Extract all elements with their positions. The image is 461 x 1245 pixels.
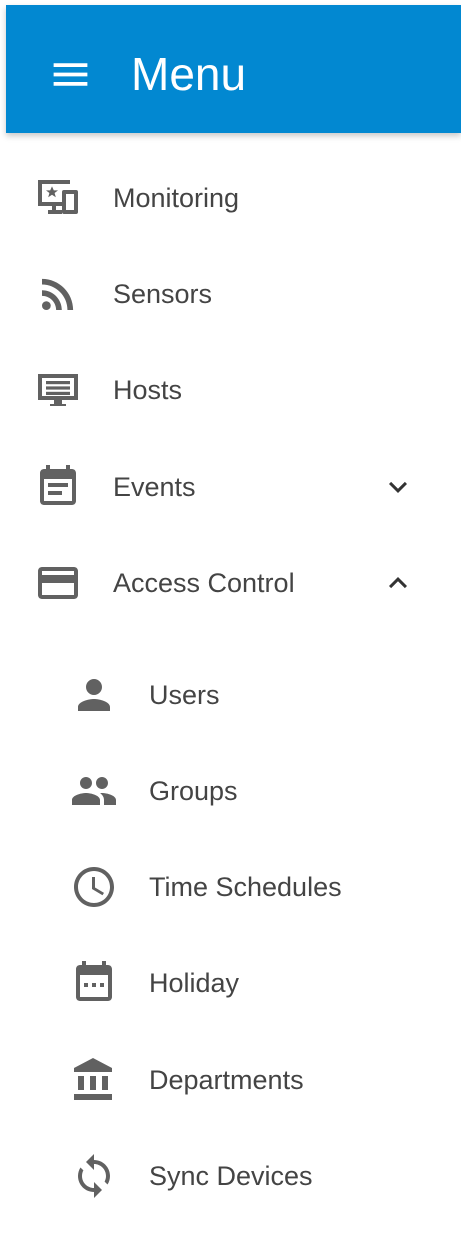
calendar-icon [70, 959, 118, 1007]
nav-item-holiday[interactable]: Holiday [0, 935, 461, 1031]
nav-label-holiday: Holiday [149, 968, 240, 998]
nav-item-sync-devices[interactable]: Sync Devices [0, 1128, 461, 1224]
app-bar: Menu [6, 5, 461, 133]
nav-item-monitoring[interactable]: Monitoring [0, 150, 461, 246]
sync-icon [70, 1152, 118, 1200]
hamburger-menu-icon[interactable] [48, 52, 93, 97]
nav-label-monitoring: Monitoring [113, 183, 240, 213]
nav-item-time-schedules[interactable]: Time Schedules [0, 839, 461, 935]
nav-label-sensors: Sensors [113, 279, 213, 309]
nav-item-hosts[interactable]: Hosts [0, 342, 461, 438]
nav-label-groups: Groups [149, 776, 238, 806]
rss-feed-icon [34, 270, 82, 318]
nav-item-users[interactable]: Users [0, 647, 461, 743]
nav-label-hosts: Hosts [113, 375, 183, 405]
nav-item-sensors[interactable]: Sensors [0, 246, 461, 342]
nav-label-access-control: Access Control [113, 568, 295, 598]
chevron-down-icon[interactable] [380, 469, 416, 505]
nav-label-users: Users [149, 680, 220, 710]
nav-label-time-schedules: Time Schedules [149, 872, 342, 902]
event-note-icon [34, 463, 82, 511]
nav-label-events: Events [113, 472, 196, 502]
menu-title: Menu [131, 48, 247, 100]
nav-item-groups[interactable]: Groups [0, 743, 461, 839]
nav-item-access-control[interactable]: Access Control [0, 535, 461, 631]
monitoring-devices-icon [34, 174, 82, 222]
chevron-up-icon[interactable] [380, 565, 416, 601]
person-icon [70, 671, 118, 719]
bank-icon [70, 1056, 118, 1104]
credit-card-icon [34, 559, 82, 607]
host-list-icon [34, 366, 82, 414]
clock-icon [70, 863, 118, 911]
nav-item-departments[interactable]: Departments [0, 1032, 461, 1128]
people-icon [70, 767, 118, 815]
nav-item-events[interactable]: Events [0, 439, 461, 535]
nav-label-sync-devices: Sync Devices [149, 1161, 313, 1191]
nav-label-departments: Departments [149, 1065, 304, 1095]
